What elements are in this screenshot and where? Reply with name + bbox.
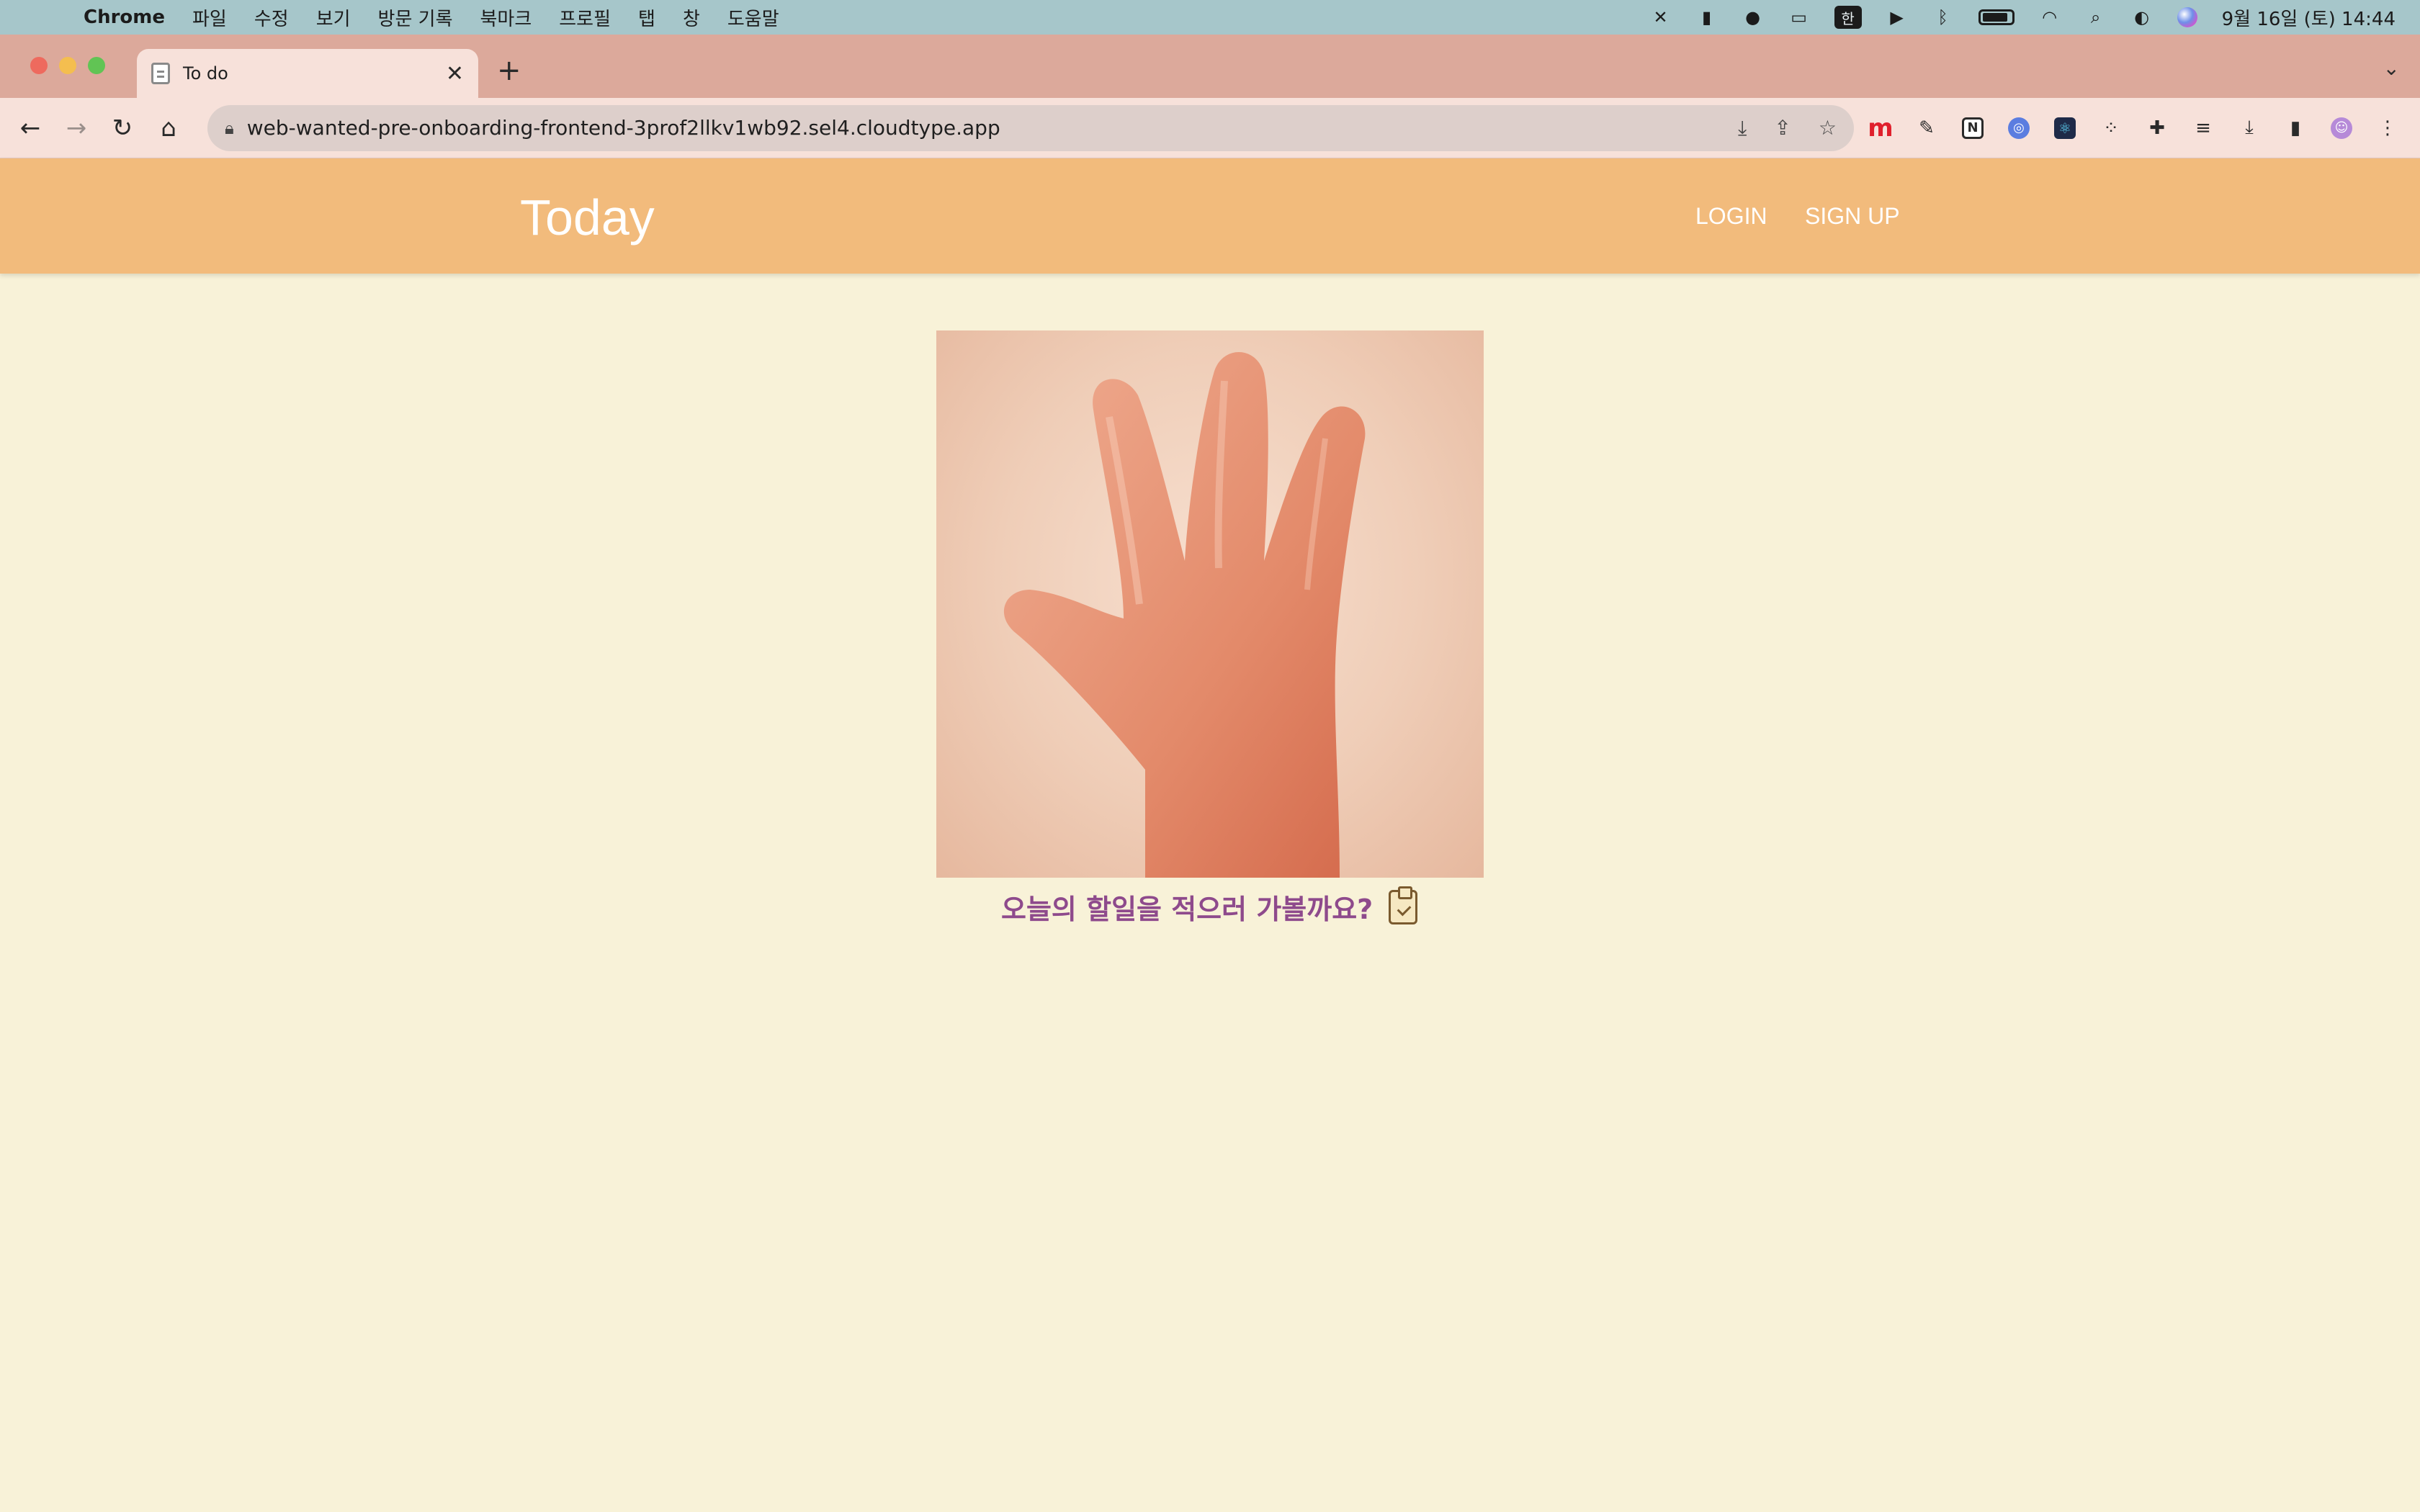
extensions-row: m ✎ N ◎ ⚛ ⁘ ✚ ≡ ⤓ ▮ ☺ ⋮ xyxy=(1868,114,2398,143)
menu-bookmarks[interactable]: 북마크 xyxy=(480,4,532,31)
battery-icon[interactable] xyxy=(1978,9,2015,25)
browser-tab-active[interactable]: To do ✕ xyxy=(137,49,478,98)
side-panel-icon[interactable]: ▮ xyxy=(2285,117,2306,139)
url-text[interactable]: web-wanted-pre-onboarding-frontend-3prof… xyxy=(247,116,1000,140)
menu-edit[interactable]: 수정 xyxy=(254,4,289,31)
close-window-button[interactable] xyxy=(30,57,48,74)
more-menu-icon[interactable]: ⋮ xyxy=(2377,117,2398,139)
login-link[interactable]: LOGIN xyxy=(1695,203,1767,230)
wifi-icon[interactable]: ◠ xyxy=(2039,7,2061,27)
input-source-icon[interactable]: 한 xyxy=(1834,6,1862,29)
close-tab-icon[interactable]: ✕ xyxy=(446,61,464,86)
home-button[interactable]: ⌂ xyxy=(145,114,192,143)
reload-button[interactable]: ↻ xyxy=(99,114,145,143)
menu-view[interactable]: 보기 xyxy=(316,4,351,31)
new-tab-button[interactable]: + xyxy=(497,53,521,88)
zoom-window-button[interactable] xyxy=(88,57,105,74)
clock[interactable]: 9월 16일 (토) 14:44 xyxy=(2222,4,2396,31)
notion-icon[interactable]: N xyxy=(1962,117,1984,139)
tab-search-chevron-icon[interactable]: ⌄ xyxy=(2383,56,2400,80)
menu-help[interactable]: 도움말 xyxy=(727,4,779,31)
reading-list-icon[interactable]: ≡ xyxy=(2192,117,2214,139)
menu-history[interactable]: 방문 기록 xyxy=(378,4,453,31)
sidebar-icon[interactable]: ▮ xyxy=(1696,7,1718,27)
bookmark-star-icon[interactable]: ☆ xyxy=(1819,116,1837,140)
address-bar[interactable]: 🔒︎ web-wanted-pre-onboarding-frontend-3p… xyxy=(207,104,1854,151)
extensions-puzzle-icon[interactable]: ✚ xyxy=(2146,117,2168,139)
control-center-icon[interactable]: ◐ xyxy=(2131,7,2153,27)
mute-icon[interactable]: ✕ xyxy=(1650,7,1672,27)
screen-icon[interactable]: ▭ xyxy=(1788,7,1810,27)
downloads-icon[interactable]: ⤓ xyxy=(2238,117,2260,139)
profile-avatar-icon[interactable]: ☺ xyxy=(2331,117,2352,139)
signup-link[interactable]: SIGN UP xyxy=(1805,203,1900,230)
extension-dots-icon[interactable]: ⁘ xyxy=(2100,117,2122,139)
status-area: ✕ ▮ ● ▭ 한 ▶ ᛒ ◠ ⌕ ◐ 9월 16일 (토) 14:44 xyxy=(1650,4,2420,31)
install-app-icon[interactable]: ⤓ xyxy=(1738,116,1747,140)
back-button[interactable]: ← xyxy=(7,114,53,143)
hero-hand-image xyxy=(936,330,1484,878)
app-header: Today LOGIN SIGN UP xyxy=(0,158,2420,274)
extension-blue-icon[interactable]: ◎ xyxy=(2008,117,2030,139)
siri-icon[interactable] xyxy=(2177,7,2197,27)
extension-m-icon[interactable]: m xyxy=(1868,114,1893,143)
play-icon[interactable]: ▶ xyxy=(1886,7,1908,27)
macos-menu-bar: Chrome 파일 수정 보기 방문 기록 북마크 프로필 탭 창 도움말 ✕ … xyxy=(0,0,2420,35)
clipboard-check-icon[interactable] xyxy=(1389,886,1418,924)
hand-illustration xyxy=(1003,352,1366,878)
menu-app-name[interactable]: Chrome xyxy=(84,6,165,28)
menu-file[interactable]: 파일 xyxy=(192,4,227,31)
todo-cta-text[interactable]: 오늘의 할일을 적으러 가볼까요? xyxy=(1001,887,1373,927)
app-logo[interactable]: Today xyxy=(520,189,655,246)
share-icon[interactable]: ⇪ xyxy=(1774,116,1791,140)
search-icon[interactable]: ⌕ xyxy=(2085,7,2107,27)
todo-cta[interactable]: 오늘의 할일을 적으러 가볼까요? xyxy=(1001,886,1418,927)
menu-tab[interactable]: 탭 xyxy=(638,4,655,31)
color-picker-icon[interactable]: ✎ xyxy=(1916,117,1937,139)
page-favicon-icon xyxy=(151,63,170,84)
menu-profiles[interactable]: 프로필 xyxy=(559,4,611,31)
browser-toolbar: ← → ↻ ⌂ 🔒︎ web-wanted-pre-onboarding-fro… xyxy=(0,98,2420,158)
react-devtools-icon[interactable]: ⚛ xyxy=(2054,117,2076,139)
forward-button[interactable]: → xyxy=(53,114,99,143)
minimize-window-button[interactable] xyxy=(59,57,76,74)
tab-title: To do xyxy=(183,63,228,84)
lock-icon[interactable]: 🔒︎ xyxy=(225,118,234,138)
omnibox-actions: ⤓ ⇪ ☆ xyxy=(1738,116,1837,140)
chat-icon[interactable]: ● xyxy=(1742,7,1764,27)
menu-window[interactable]: 창 xyxy=(683,4,700,31)
bluetooth-icon[interactable]: ᛒ xyxy=(1932,7,1954,27)
